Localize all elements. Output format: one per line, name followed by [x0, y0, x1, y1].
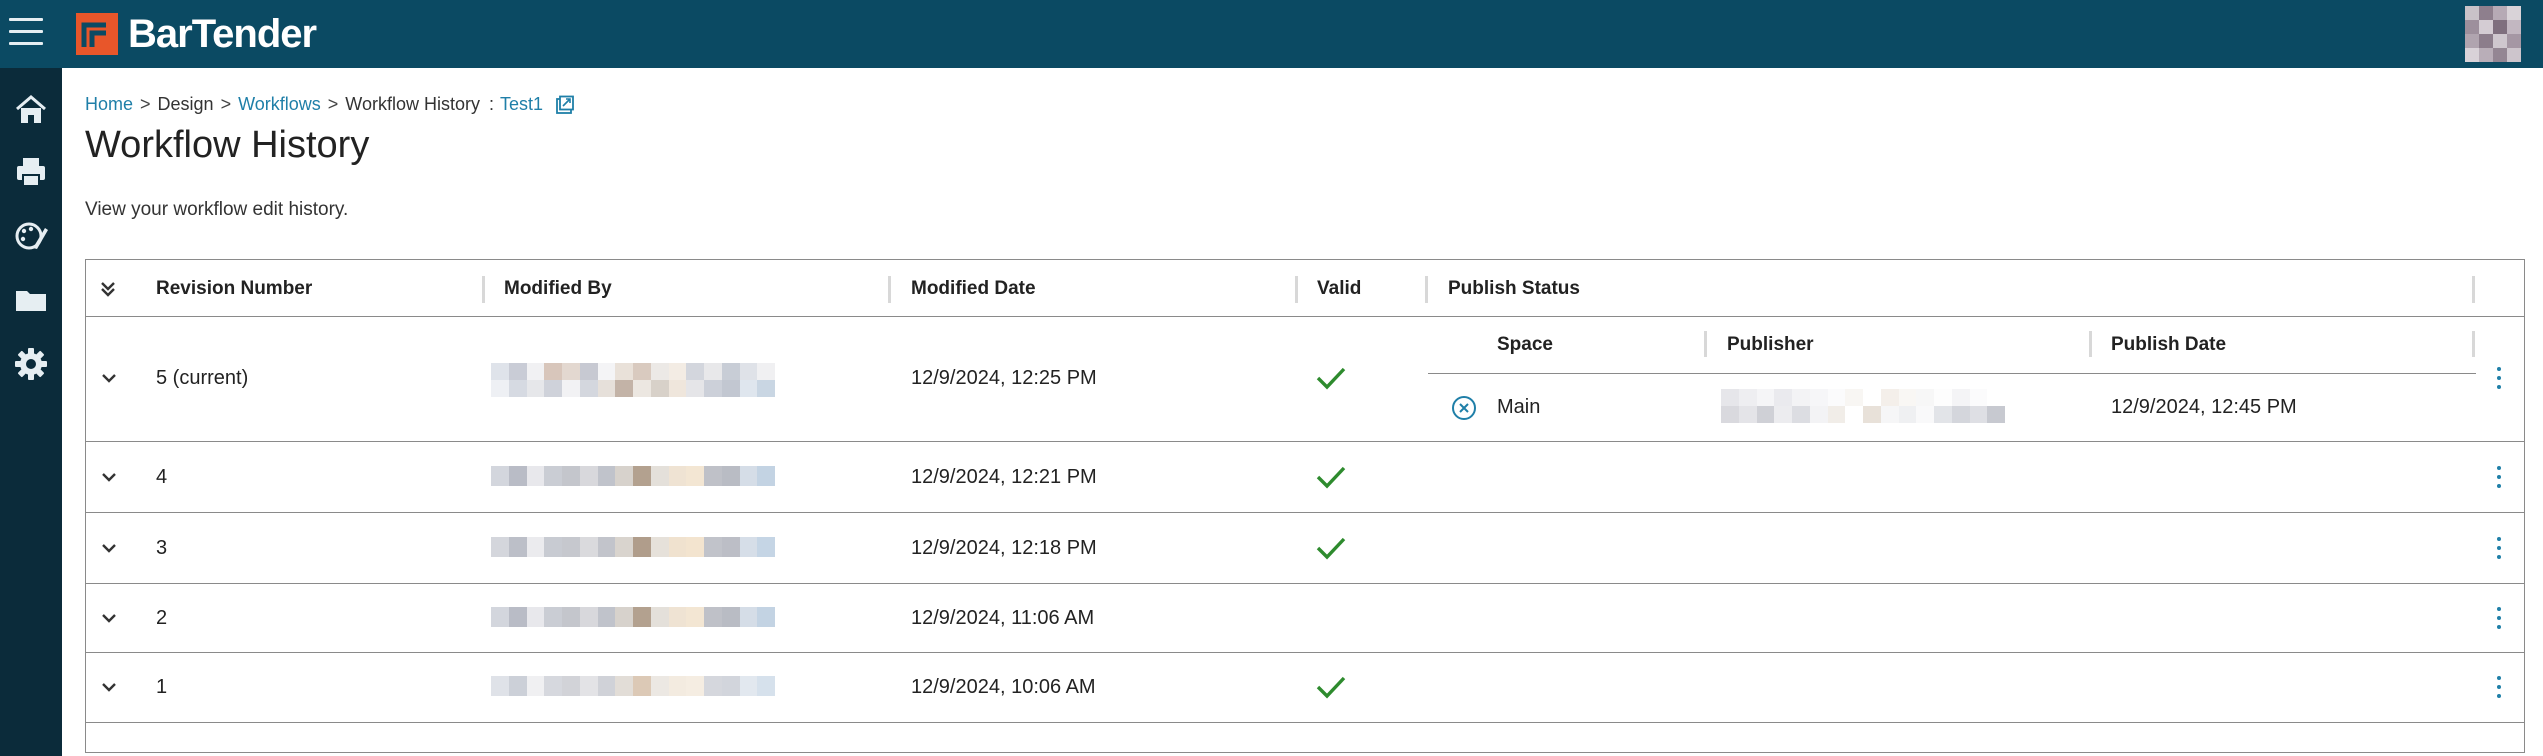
column-resize-handle[interactable] [482, 276, 485, 303]
header-space[interactable]: Space [1497, 334, 1553, 356]
folder-icon[interactable] [13, 282, 49, 318]
home-icon[interactable] [13, 92, 49, 128]
gear-icon[interactable] [13, 346, 49, 382]
publish-space: Main [1497, 396, 1541, 418]
valid-check-icon [1316, 676, 1346, 699]
chevron-down-icon[interactable] [98, 537, 120, 559]
print-icon[interactable] [13, 154, 49, 190]
header-publish-status[interactable]: Publish Status [1448, 260, 1580, 317]
chevron-down-icon[interactable] [98, 466, 120, 488]
column-resize-handle[interactable] [2089, 331, 2092, 357]
breadcrumb-design: Design [157, 94, 214, 114]
modified-by-redacted [491, 537, 775, 557]
header-revision-number[interactable]: Revision Number [156, 260, 312, 317]
publish-header-divider [1428, 373, 2476, 374]
breadcrumb-workflows-link[interactable]: Workflows [238, 94, 321, 115]
column-resize-handle[interactable] [1295, 276, 1298, 303]
row-actions-menu-icon[interactable] [2494, 607, 2504, 633]
main-content: Home > Design > Workflows > Workflow His… [85, 68, 2525, 756]
column-resize-handle[interactable] [1425, 276, 1428, 303]
row-actions-menu-icon[interactable] [2494, 367, 2504, 393]
unpublish-icon[interactable] [1450, 394, 1478, 422]
modified-date: 12/9/2024, 12:21 PM [911, 466, 1097, 488]
bartender-logo-icon [76, 13, 118, 55]
modified-by-redacted [491, 607, 775, 627]
expand-all-icon[interactable] [96, 277, 120, 301]
valid-check-icon [1316, 367, 1346, 390]
header-publish-date[interactable]: Publish Date [2111, 334, 2226, 356]
header-modified-date[interactable]: Modified Date [911, 260, 1036, 317]
user-avatar[interactable] [2465, 6, 2521, 62]
workflow-history-table: Revision Number Modified By Modified Dat… [85, 259, 2525, 753]
breadcrumb-separator: > [220, 94, 232, 114]
row-actions-menu-icon[interactable] [2494, 676, 2504, 702]
modified-by-redacted [491, 676, 775, 696]
sidebar [0, 68, 62, 756]
modified-date: 12/9/2024, 12:25 PM [911, 367, 1097, 389]
revision-number: 3 [156, 537, 168, 559]
table-row[interactable]: 5 (current) 12/9/2024, 12:25 PM Space Pu… [86, 317, 2524, 442]
revision-number: 5 (current) [156, 367, 249, 389]
chevron-down-icon[interactable] [98, 367, 120, 389]
modified-by-redacted [491, 363, 775, 397]
page-title: Workflow History [85, 124, 370, 166]
chevron-down-icon[interactable] [98, 607, 120, 629]
column-resize-handle[interactable] [2472, 331, 2475, 357]
breadcrumb-current: Workflow History [345, 94, 480, 114]
table-row[interactable]: 3 12/9/2024, 12:18 PM [86, 513, 2524, 584]
top-bar: BarTender [0, 0, 2543, 68]
table-row[interactable]: 4 12/9/2024, 12:21 PM [86, 442, 2524, 513]
table-row[interactable]: 2 12/9/2024, 11:06 AM [86, 584, 2524, 653]
bartender-logo[interactable]: BarTender [76, 11, 317, 56]
publisher-redacted [1721, 389, 2005, 423]
breadcrumb: Home > Design > Workflows > Workflow His… [85, 94, 575, 115]
valid-check-icon [1316, 537, 1346, 560]
valid-check-icon [1316, 466, 1346, 489]
breadcrumb-separator: > [140, 94, 151, 114]
revision-number: 4 [156, 466, 168, 488]
hamburger-menu-icon[interactable] [6, 14, 44, 50]
header-valid[interactable]: Valid [1317, 260, 1361, 317]
open-workflow-icon[interactable] [555, 95, 575, 115]
table-header: Revision Number Modified By Modified Dat… [86, 260, 2524, 317]
breadcrumb-home-link[interactable]: Home [85, 94, 133, 115]
publish-date: 12/9/2024, 12:45 PM [2111, 396, 2297, 418]
breadcrumb-colon: : [488, 94, 494, 114]
row-actions-menu-icon[interactable] [2494, 466, 2504, 492]
header-publisher[interactable]: Publisher [1727, 334, 1814, 356]
row-actions-menu-icon[interactable] [2494, 537, 2504, 563]
brand-name: BarTender [128, 11, 317, 56]
modified-date: 12/9/2024, 11:06 AM [911, 607, 1095, 629]
design-icon[interactable] [13, 218, 49, 254]
chevron-down-icon[interactable] [98, 676, 120, 698]
header-modified-by[interactable]: Modified By [504, 260, 612, 317]
breadcrumb-workflow-link[interactable]: Test1 [500, 94, 543, 115]
table-row[interactable]: 1 12/9/2024, 10:06 AM [86, 653, 2524, 723]
revision-number: 2 [156, 607, 168, 629]
modified-date: 12/9/2024, 10:06 AM [911, 676, 1096, 698]
breadcrumb-separator: > [327, 94, 339, 114]
modified-by-redacted [491, 466, 775, 486]
column-resize-handle[interactable] [888, 276, 891, 303]
page-subtitle: View your workflow edit history. [85, 199, 349, 220]
revision-number: 1 [156, 676, 168, 698]
column-resize-handle[interactable] [2472, 276, 2475, 303]
modified-date: 12/9/2024, 12:18 PM [911, 537, 1097, 559]
column-resize-handle[interactable] [1704, 331, 1707, 357]
